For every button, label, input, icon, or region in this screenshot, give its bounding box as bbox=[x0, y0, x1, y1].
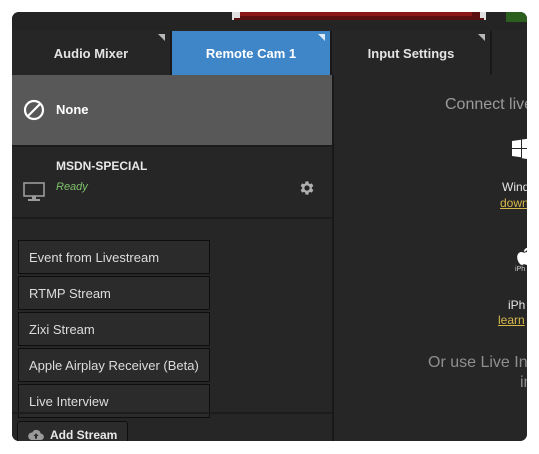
preview-corner-left bbox=[234, 12, 240, 18]
iphone-learn-link[interactable]: learn bbox=[498, 313, 525, 327]
preview-thumbnail-green[interactable] bbox=[506, 12, 527, 22]
gear-icon[interactable] bbox=[298, 179, 316, 197]
windows-label: Windo bbox=[502, 180, 527, 194]
iphone-caption: iPh bbox=[515, 266, 526, 273]
source-none-label: None bbox=[56, 102, 89, 117]
source-name: MSDN-SPECIAL bbox=[56, 159, 148, 173]
or-use-text: Or use Live Int bbox=[428, 354, 527, 371]
tab-corner-icon bbox=[158, 34, 165, 41]
menu-item-rtmp-stream[interactable]: RTMP Stream bbox=[18, 276, 210, 310]
tab-corner-icon bbox=[478, 34, 485, 41]
source-none-row[interactable]: None bbox=[12, 75, 332, 147]
tab-label: Audio Mixer bbox=[53, 45, 129, 61]
preview-strip bbox=[12, 12, 527, 30]
tab-label: Input Settings bbox=[367, 45, 455, 61]
prohibited-icon bbox=[23, 99, 45, 121]
tab-remote-cam-1[interactable]: Remote Cam 1 bbox=[172, 31, 332, 75]
cloud-upload-icon bbox=[28, 429, 44, 441]
tab-label: Remote Cam 1 bbox=[205, 45, 297, 61]
iphone-label: iPh bbox=[508, 298, 526, 312]
divider bbox=[12, 412, 332, 414]
monitor-icon bbox=[23, 182, 45, 201]
menu-item-zixi-stream[interactable]: Zixi Stream bbox=[18, 312, 210, 346]
connect-heading: Connect live bbox=[445, 96, 527, 113]
program-preview-thumbnail[interactable] bbox=[232, 12, 486, 20]
apple-icon bbox=[517, 247, 527, 265]
tab-corner-icon bbox=[318, 34, 325, 41]
add-stream-label: Add Stream bbox=[50, 428, 118, 441]
windows-icon bbox=[512, 138, 527, 160]
menu-item-event-from-livestream[interactable]: Event from Livestream bbox=[18, 240, 210, 274]
tab-audio-mixer[interactable]: Audio Mixer bbox=[12, 31, 172, 75]
tab-bar: Audio Mixer Remote Cam 1 Input Settings bbox=[12, 31, 527, 75]
source-status: Ready bbox=[56, 181, 88, 193]
source-list-panel: None MSDN-SPECIAL Ready Event from Lives… bbox=[12, 75, 334, 441]
tab-overflow[interactable] bbox=[492, 31, 527, 75]
tab-input-settings[interactable]: Input Settings bbox=[332, 31, 492, 75]
menu-item-apple-airplay-receiver[interactable]: Apple Airplay Receiver (Beta) bbox=[18, 348, 210, 382]
add-stream-button[interactable]: Add Stream bbox=[17, 421, 128, 441]
or-use-text-continued: in bbox=[520, 374, 527, 391]
windows-download-link[interactable]: down bbox=[500, 196, 527, 210]
source-row[interactable]: MSDN-SPECIAL Ready bbox=[12, 147, 332, 219]
app-window: Audio Mixer Remote Cam 1 Input Settings … bbox=[12, 12, 527, 441]
stream-type-menu: Event from Livestream RTMP Stream Zixi S… bbox=[18, 240, 210, 420]
connect-panel: Connect live Windo down iPh iPh learn Or… bbox=[334, 75, 527, 441]
preview-corner-right bbox=[480, 12, 486, 18]
